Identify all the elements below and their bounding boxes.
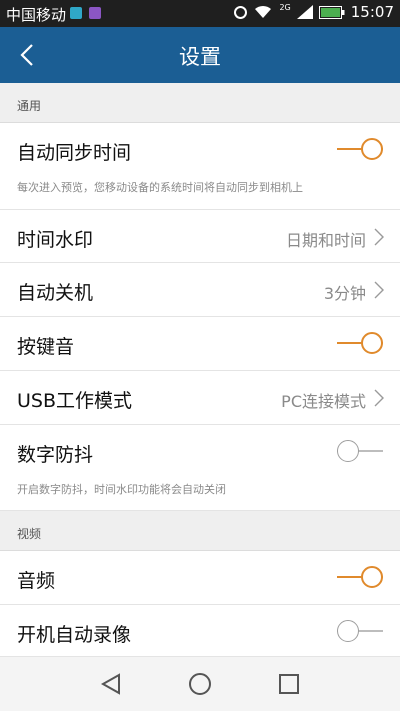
nav-home-button[interactable]: [186, 670, 214, 698]
notification-app-icon: [70, 7, 82, 19]
alarm-icon: [234, 5, 248, 19]
status-bar: 中国移动 2G 15:07: [0, 0, 400, 27]
carrier-name: 中国移动: [6, 6, 67, 24]
nav-recents-button[interactable]: [275, 670, 303, 698]
chevron-right-icon: [374, 389, 384, 407]
triangle-back-icon: [100, 673, 120, 695]
toggle-switch[interactable]: [337, 330, 383, 356]
section-header-video: 视频: [0, 511, 400, 551]
square-recents-icon: [279, 674, 299, 694]
setting-usb-mode[interactable]: USB工作模式 PC连接模式: [0, 371, 400, 425]
clock: 15:07: [350, 3, 394, 21]
notification-app-icon: [89, 7, 101, 19]
battery-icon: [318, 5, 345, 19]
setting-label: USB工作模式: [17, 390, 133, 412]
setting-value: PC连接模式: [281, 392, 366, 411]
setting-value: 3分钟: [323, 284, 366, 303]
setting-key-sound[interactable]: 按键音: [0, 317, 400, 371]
signal-icon: [296, 5, 313, 19]
setting-audio[interactable]: 音频: [0, 551, 400, 605]
setting-time-watermark[interactable]: 时间水印 日期和时间: [0, 210, 400, 263]
chevron-right-icon: [374, 281, 384, 299]
wifi-icon: [253, 5, 273, 19]
setting-label: 自动关机: [17, 282, 94, 304]
setting-label: 自动同步时间: [17, 142, 132, 164]
toggle-switch[interactable]: [337, 136, 383, 162]
setting-label: 时间水印: [17, 229, 94, 251]
section-title: 视频: [17, 527, 42, 541]
setting-auto-record-on-boot[interactable]: 开机自动录像: [0, 605, 400, 657]
setting-description: 开启数字防抖，时间水印功能将会自动关闭: [17, 483, 226, 496]
toggle-switch[interactable]: [337, 438, 383, 464]
setting-label: 按键音: [17, 336, 75, 358]
toggle-switch[interactable]: [337, 564, 383, 590]
setting-label: 数字防抖: [17, 444, 94, 466]
chevron-right-icon: [374, 228, 384, 246]
title-bar: 设置: [0, 27, 400, 83]
section-header-general: 通用: [0, 83, 400, 123]
setting-auto-sync-time[interactable]: 自动同步时间 每次进入预览，您移动设备的系统时间将自动同步到相机上: [0, 123, 400, 210]
toggle-switch[interactable]: [337, 618, 383, 644]
network-type-label: 2G: [279, 2, 291, 12]
setting-description: 每次进入预览，您移动设备的系统时间将自动同步到相机上: [17, 181, 303, 194]
setting-label: 开机自动录像: [17, 624, 132, 646]
circle-home-icon: [189, 673, 211, 695]
navigation-bar: [0, 657, 400, 711]
page-title: 设置: [179, 45, 221, 69]
setting-label: 音频: [17, 570, 56, 592]
nav-back-button[interactable]: [97, 670, 125, 698]
setting-digital-stabilization[interactable]: 数字防抖 开启数字防抖，时间水印功能将会自动关闭: [0, 425, 400, 511]
setting-auto-shutdown[interactable]: 自动关机 3分钟: [0, 263, 400, 317]
section-title: 通用: [17, 99, 42, 113]
setting-value: 日期和时间: [285, 231, 366, 250]
